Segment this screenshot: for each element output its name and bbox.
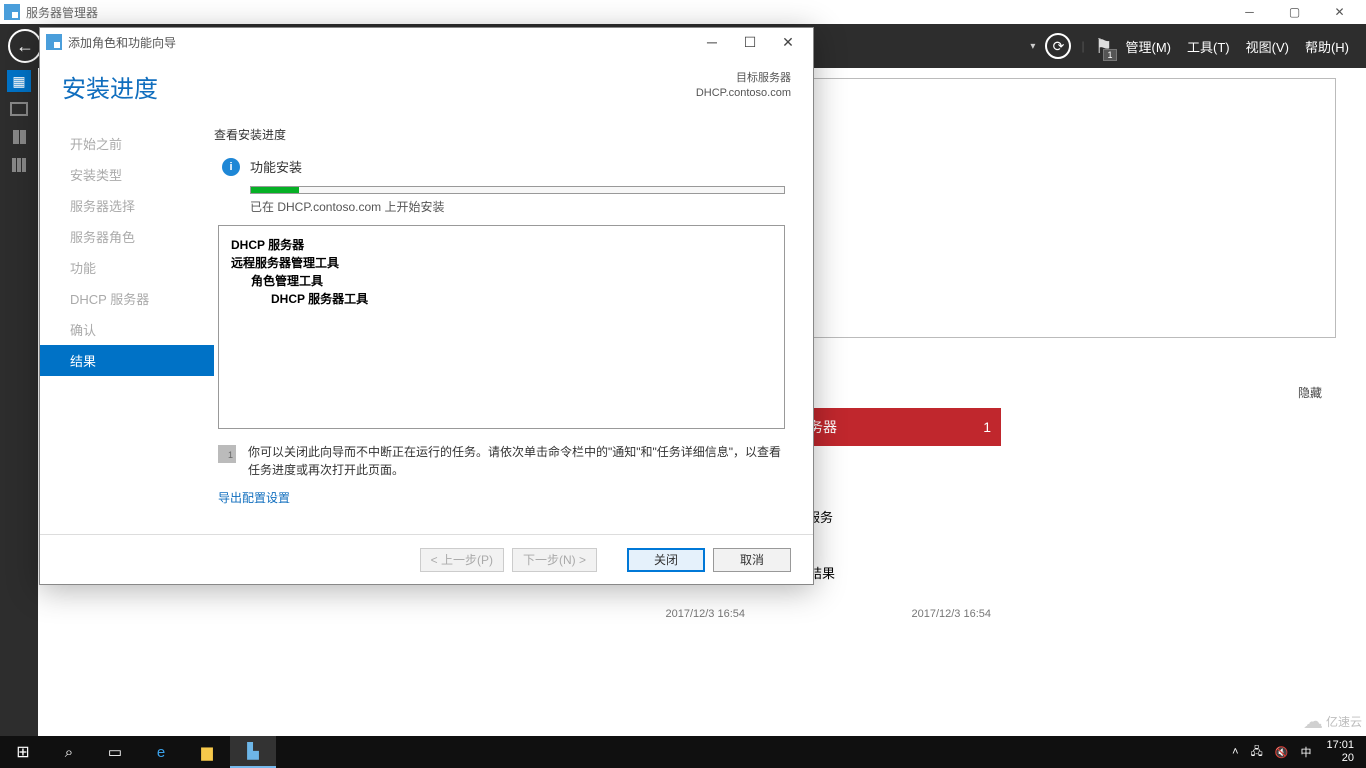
step-server-select: 服务器选择 [40,190,214,221]
dropdown-icon[interactable]: ▾ [1030,41,1035,52]
step-confirm: 确认 [40,314,214,345]
wizard-icon [46,34,62,50]
close-button[interactable]: 关闭 [627,548,705,572]
taskbar: ⊞ ⌕ ▭ e ▆ ▙ ˄ 🖧 🔇 中 17:01 20 [0,736,1366,768]
result-line: DHCP 服务器工具 [231,290,772,308]
step-type: 安装类型 [40,159,214,190]
server-manager-task[interactable]: ▙ [230,736,276,768]
menu-manage[interactable]: 管理(M) [1123,33,1175,60]
main-title: 服务器管理器 [26,4,98,21]
tile-timestamp: 2017/12/3 16:54 [525,604,755,624]
tile-timestamp: 2017/12/3 16:54 [771,604,1001,624]
menu-view[interactable]: 视图(V) [1243,33,1292,60]
minimize-button[interactable]: ─ [1227,0,1272,24]
wizard-title: 添加角色和功能向导 [68,34,176,51]
main-titlebar: 服务器管理器 ─ ▢ ✕ [0,0,1366,24]
separator: | [1081,39,1084,53]
wizard-close-button[interactable]: ✕ [769,29,807,55]
tip-text: 你可以关闭此向导而不中断正在运行的任务。请依次单击命令栏中的"通知"和"任务详细… [248,443,785,479]
refresh-icon[interactable]: ⟳ [1045,33,1071,59]
wizard-heading: 安装进度 [62,69,158,104]
rail-all-icon[interactable] [7,126,31,148]
menu-help[interactable]: 帮助(H) [1302,33,1352,60]
tray-ime[interactable]: 中 [1297,744,1314,760]
watermark: ☁亿速云 [1303,709,1362,734]
step-server-role: 服务器角色 [40,221,214,252]
task-view-button[interactable]: ▭ [92,736,138,768]
tray-sound-icon[interactable]: 🔇 [1272,746,1292,759]
notifications-flag[interactable]: ⚑ 1 [1095,34,1113,59]
step-dhcp: DHCP 服务器 [40,283,214,314]
progress-label: 查看安装进度 [214,126,785,143]
explorer-icon[interactable]: ▆ [184,736,230,768]
wizard-steps: 开始之前 安装类型 服务器选择 服务器角色 功能 DHCP 服务器 确认 结果 [40,116,214,534]
rail-local-icon[interactable] [7,98,31,120]
search-button[interactable]: ⌕ [46,736,92,768]
progress-fill [251,187,299,193]
target-server: DHCP.contoso.com [696,86,791,101]
rail-dashboard-icon[interactable]: ▦ [7,70,31,92]
rail-role-icon[interactable] [7,154,31,176]
start-button[interactable]: ⊞ [0,736,46,768]
result-line: 远程服务器管理工具 [231,254,772,272]
result-line: 角色管理工具 [231,272,772,290]
next-button: 下一步(N) > [512,548,597,572]
info-icon: i [222,158,240,176]
results-box: DHCP 服务器 远程服务器管理工具 角色管理工具 DHCP 服务器工具 [218,225,785,429]
progress-bar [250,186,785,194]
wizard-minimize-button[interactable]: ─ [693,29,731,55]
step-results[interactable]: 结果 [40,345,214,376]
step-before: 开始之前 [40,128,214,159]
export-config-link[interactable]: 导出配置设置 [218,489,785,506]
maximize-button[interactable]: ▢ [1272,0,1317,24]
add-roles-wizard: 添加角色和功能向导 ─ ☐ ✕ 安装进度 目标服务器 DHCP.contoso.… [39,27,814,585]
wizard-header: 安装进度 目标服务器 DHCP.contoso.com [40,56,813,116]
server-manager-icon [4,4,20,20]
tip-icon [218,445,236,463]
target-label: 目标服务器 [696,71,791,86]
prev-button: < 上一步(P) [420,548,504,572]
tray-network-icon[interactable]: 🖧 [1248,743,1266,762]
ie-icon[interactable]: e [138,736,184,768]
result-line: DHCP 服务器 [231,236,772,254]
cancel-button[interactable]: 取消 [713,548,791,572]
wizard-footer: < 上一步(P) 下一步(N) > 关闭 取消 [40,534,813,584]
menu-tools[interactable]: 工具(T) [1184,33,1233,60]
close-button[interactable]: ✕ [1317,0,1362,24]
install-status: 功能安装 [250,157,302,176]
wizard-maximize-button[interactable]: ☐ [731,29,769,55]
progress-subtext: 已在 DHCP.contoso.com 上开始安装 [250,198,785,215]
wizard-titlebar: 添加角色和功能向导 ─ ☐ ✕ [40,28,813,56]
back-button[interactable]: ← [8,29,42,63]
step-features: 功能 [40,252,214,283]
tray-up-icon[interactable]: ˄ [1229,746,1241,758]
clock[interactable]: 17:01 20 [1320,739,1360,765]
left-rail: ▦ [0,68,38,768]
